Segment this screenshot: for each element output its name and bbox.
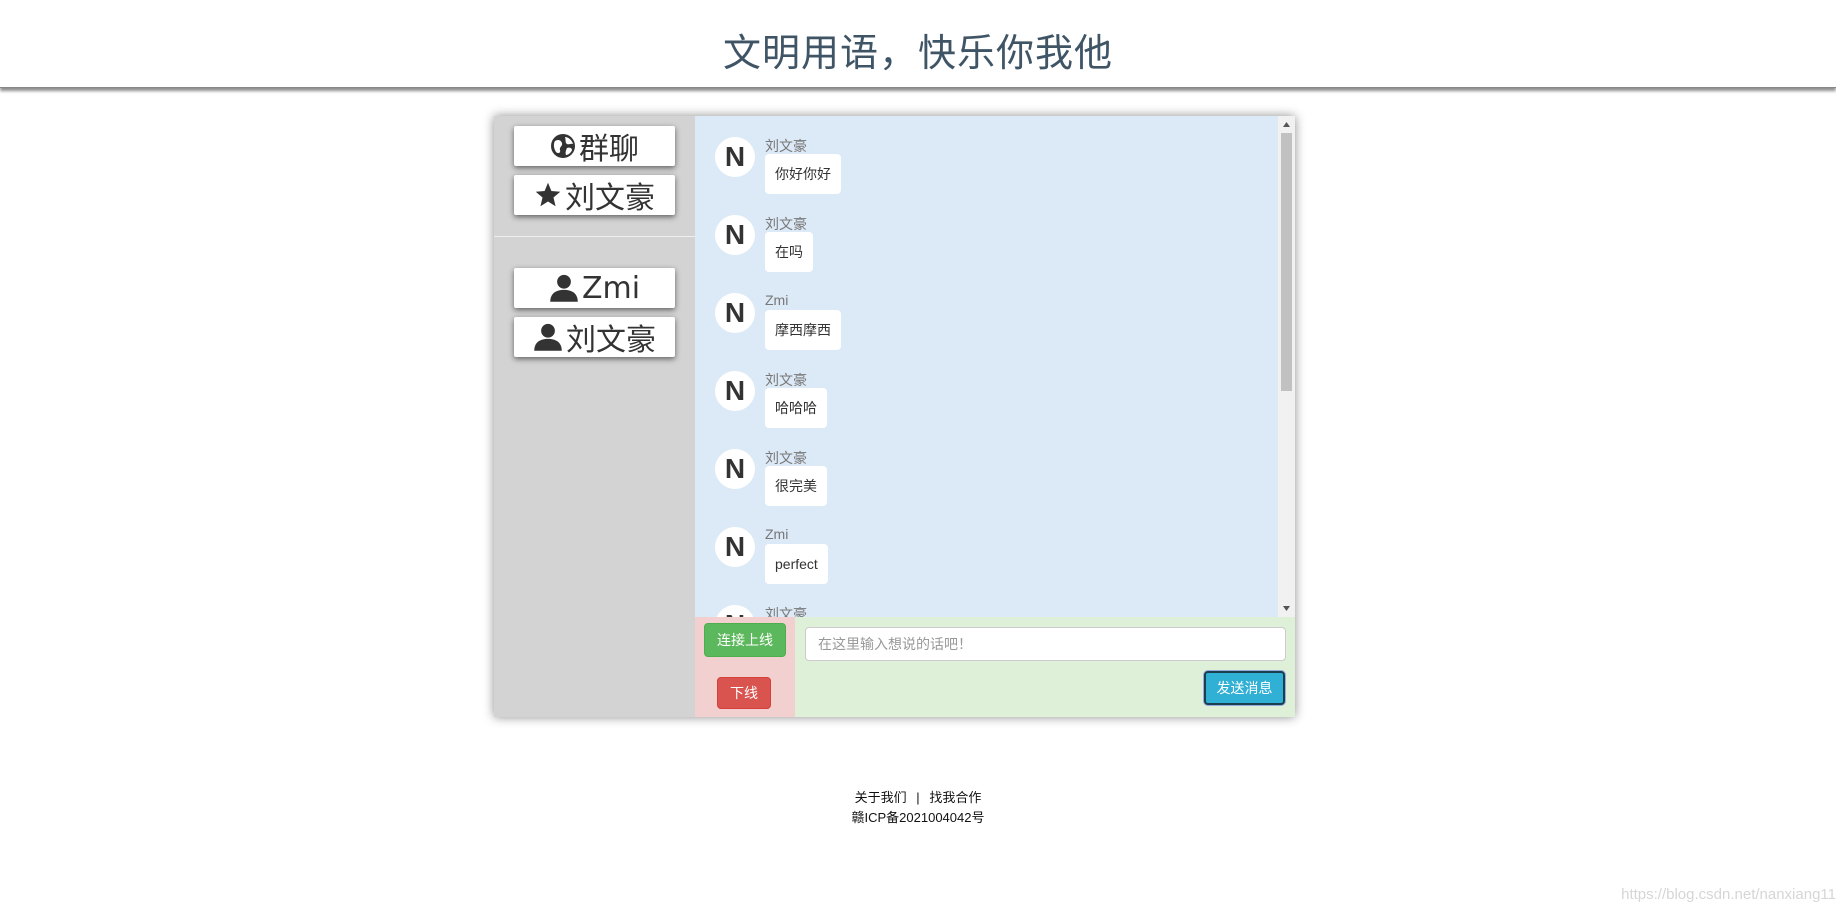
avatar: N (715, 449, 755, 489)
sidebar: 群聊 刘文豪 Zmi (494, 116, 695, 717)
avatar: N (715, 371, 755, 411)
connection-controls: 连接上线 下线 (695, 617, 795, 717)
connect-button[interactable]: 连接上线 (704, 623, 786, 657)
message-list[interactable]: N 刘文豪 你好你好 N 刘文豪 在吗 N Zmi 摩西摩西 N 刘文豪 哈哈哈… (695, 116, 1278, 617)
user-label: 刘文豪 (566, 315, 656, 359)
avatar: N (715, 293, 755, 333)
footer-links: 关于我们 | 找我合作 (0, 788, 1836, 808)
message-scrollbar[interactable] (1278, 116, 1295, 617)
user-label: Zmi (582, 271, 640, 306)
message-sender: Zmi (765, 526, 788, 542)
globe-icon (550, 133, 576, 159)
offline-button[interactable]: 下线 (717, 677, 771, 709)
about-us-link[interactable]: 关于我们 (855, 790, 907, 805)
composer: 发送消息 (795, 617, 1295, 717)
channel-label: 群聊 (579, 124, 639, 168)
avatar: N (715, 527, 755, 567)
message-bubble: 很完美 (765, 466, 827, 506)
channel-group-chat-button[interactable]: 群聊 (514, 126, 675, 166)
message-sender: 刘文豪 (765, 214, 807, 234)
avatar: N (715, 215, 755, 255)
scroll-down-arrow-icon[interactable] (1278, 600, 1295, 617)
scrollbar-thumb[interactable] (1281, 133, 1292, 391)
message-bubble: 在吗 (765, 232, 813, 272)
user-item-liuwenhao[interactable]: 刘文豪 (514, 317, 675, 357)
user-item-zmi[interactable]: Zmi (514, 268, 675, 308)
footer-separator: | (916, 790, 919, 805)
message-bubble: perfect (765, 544, 828, 584)
message-sender: 刘文豪 (765, 136, 807, 156)
chat-window: 群聊 刘文豪 Zmi (494, 116, 1295, 717)
message-sender: 刘文豪 (765, 448, 807, 468)
user-icon (533, 322, 563, 352)
message-bubble: 摩西摩西 (765, 310, 841, 350)
page-title: 文明用语，快乐你我他 (0, 22, 1836, 77)
star-icon (534, 181, 562, 209)
send-message-button[interactable]: 发送消息 (1204, 671, 1285, 705)
icp-record: 赣ICP备2021004042号 (0, 808, 1836, 828)
user-icon (549, 273, 579, 303)
message-sender: 刘文豪 (765, 604, 807, 617)
channel-label: 刘文豪 (565, 173, 655, 217)
watermark: https://blog.csdn.net/nanxiang11 (1621, 886, 1836, 903)
page-footer: 关于我们 | 找我合作 赣ICP备2021004042号 (0, 788, 1836, 828)
avatar: N (715, 605, 755, 617)
channel-private-chat-button[interactable]: 刘文豪 (514, 175, 675, 215)
message-sender: Zmi (765, 292, 788, 308)
cooperate-link[interactable]: 找我合作 (929, 790, 981, 805)
avatar: N (715, 137, 755, 177)
message-bubble: 你好你好 (765, 154, 841, 194)
scroll-up-arrow-icon[interactable] (1278, 116, 1295, 133)
page-header: 文明用语，快乐你我他 (0, 0, 1836, 88)
message-input[interactable] (805, 627, 1286, 661)
message-sender: 刘文豪 (765, 370, 807, 390)
message-bubble: 哈哈哈 (765, 388, 827, 428)
sidebar-divider (494, 236, 695, 237)
